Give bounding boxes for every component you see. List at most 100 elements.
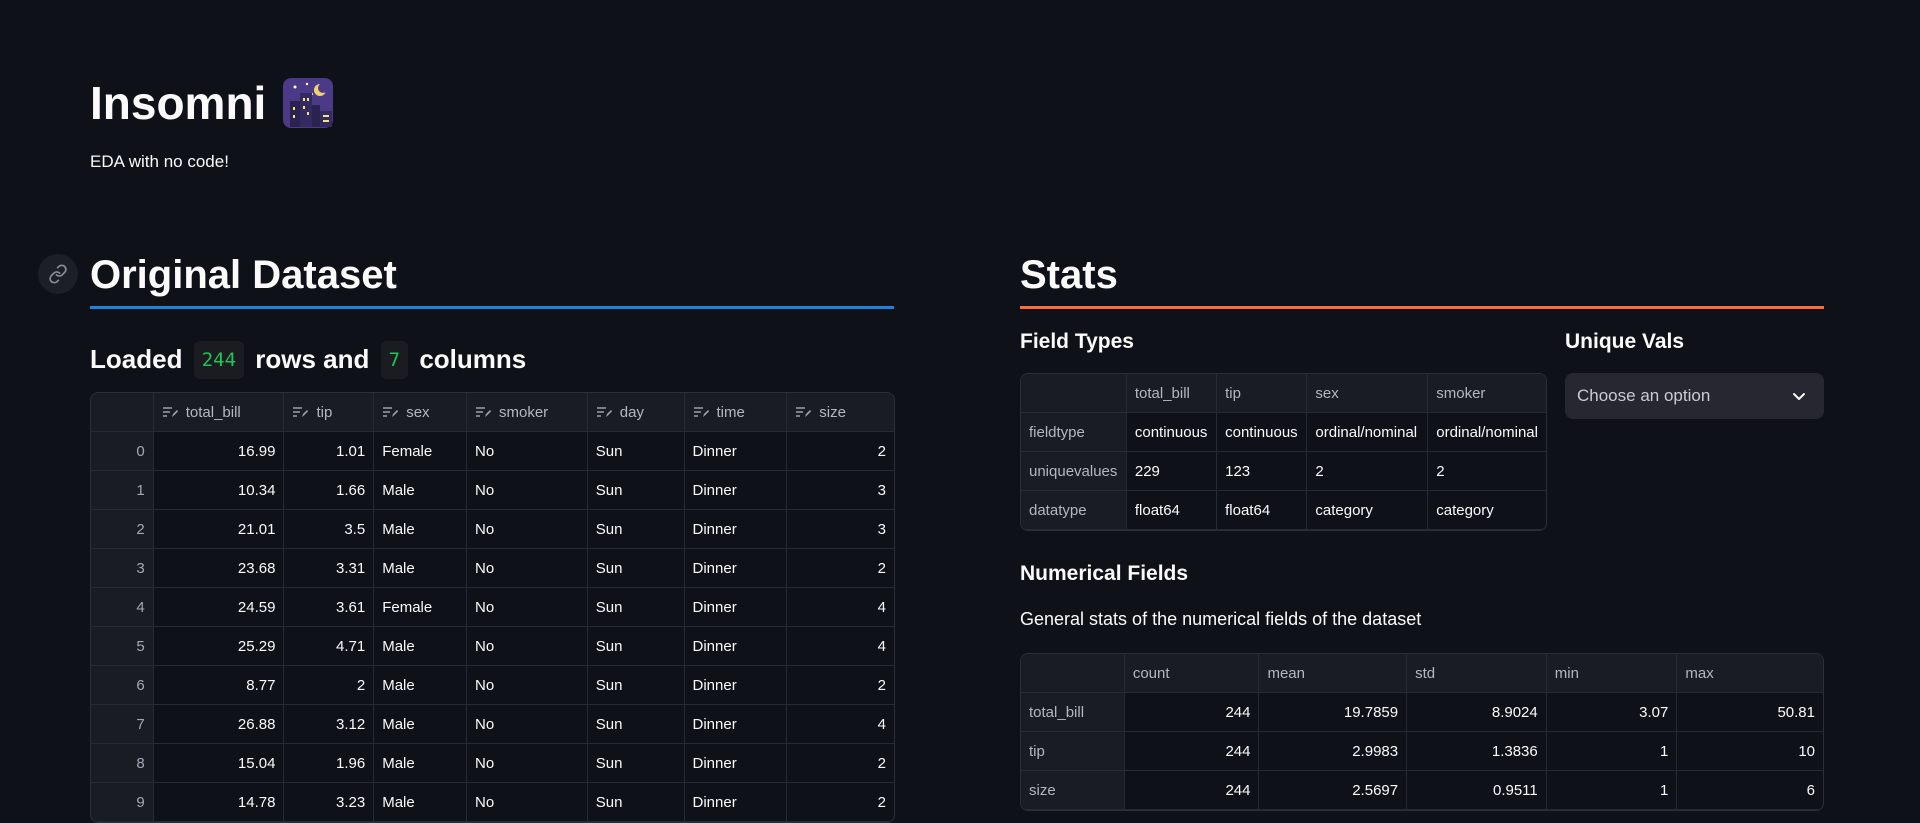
table-cell[interactable]: No bbox=[467, 510, 588, 549]
table-row[interactable]: datatype float64 float64 category category bbox=[1021, 491, 1546, 530]
table-cell[interactable]: Sun bbox=[587, 627, 685, 666]
table-cell[interactable]: 244 bbox=[1124, 732, 1260, 771]
column-header[interactable]: time bbox=[684, 393, 788, 432]
table-cell[interactable]: 2 bbox=[1428, 452, 1546, 491]
table-cell[interactable]: 1 bbox=[1546, 732, 1678, 771]
table-cell[interactable]: No bbox=[467, 471, 588, 510]
table-row[interactable]: 8 15.04 1.96 Male No Sun Dinner 2 bbox=[91, 744, 894, 783]
table-cell[interactable]: 23.68 bbox=[153, 549, 285, 588]
table-cell[interactable]: Dinner bbox=[684, 744, 788, 783]
column-header[interactable]: count bbox=[1124, 654, 1260, 693]
table-cell[interactable]: 21.01 bbox=[153, 510, 285, 549]
column-header[interactable]: smoker bbox=[467, 393, 588, 432]
table-cell[interactable]: No bbox=[467, 432, 588, 471]
table-cell[interactable]: category bbox=[1428, 491, 1546, 530]
table-cell[interactable]: Sun bbox=[587, 744, 685, 783]
table-cell[interactable]: No bbox=[467, 588, 588, 627]
table-cell[interactable]: Dinner bbox=[684, 705, 788, 744]
column-header[interactable]: sex bbox=[1307, 374, 1429, 413]
table-cell[interactable]: 6 bbox=[1677, 771, 1823, 810]
table-cell[interactable]: 3 bbox=[787, 510, 894, 549]
dataset-table[interactable]: total_bill tip sex smoker day time size 0 16.99… bbox=[90, 392, 895, 823]
table-row[interactable]: 4 24.59 3.61 Female No Sun Dinner 4 bbox=[91, 588, 894, 627]
table-cell[interactable]: 15.04 bbox=[153, 744, 285, 783]
column-header[interactable]: total_bill bbox=[153, 393, 285, 432]
table-cell[interactable]: Dinner bbox=[684, 666, 788, 705]
table-cell[interactable]: Sun bbox=[587, 705, 685, 744]
table-row[interactable]: 7 26.88 3.12 Male No Sun Dinner 4 bbox=[91, 705, 894, 744]
table-cell[interactable]: 1 bbox=[1546, 771, 1678, 810]
table-row[interactable]: total_bill 244 19.7859 8.9024 3.07 50.81 bbox=[1021, 693, 1823, 732]
column-header[interactable]: size bbox=[787, 393, 894, 432]
table-cell[interactable]: Female bbox=[374, 588, 467, 627]
table-cell[interactable]: 2 bbox=[787, 783, 894, 822]
table-cell[interactable]: Sun bbox=[587, 471, 685, 510]
table-cell[interactable]: Male bbox=[374, 705, 467, 744]
table-cell[interactable]: Sun bbox=[587, 549, 685, 588]
table-row[interactable]: 6 8.77 2 Male No Sun Dinner 2 bbox=[91, 666, 894, 705]
table-cell[interactable]: 3.5 bbox=[284, 510, 375, 549]
table-cell[interactable]: Sun bbox=[587, 666, 685, 705]
column-header[interactable]: max bbox=[1677, 654, 1823, 693]
table-cell[interactable]: 229 bbox=[1126, 452, 1218, 491]
table-row[interactable]: 0 16.99 1.01 Female No Sun Dinner 2 bbox=[91, 432, 894, 471]
table-cell[interactable]: 3.07 bbox=[1546, 693, 1678, 732]
table-cell[interactable]: continuous bbox=[1217, 413, 1308, 452]
table-cell[interactable]: 2 bbox=[787, 666, 894, 705]
table-cell[interactable]: No bbox=[467, 783, 588, 822]
table-cell[interactable]: 244 bbox=[1124, 693, 1260, 732]
table-cell[interactable]: No bbox=[467, 705, 588, 744]
table-cell[interactable]: Male bbox=[374, 744, 467, 783]
table-cell[interactable]: Dinner bbox=[684, 471, 788, 510]
table-row[interactable]: 9 14.78 3.23 Male No Sun Dinner 2 bbox=[91, 783, 894, 822]
table-cell[interactable]: ordinal/nominal bbox=[1307, 413, 1429, 452]
table-cell[interactable]: Female bbox=[374, 432, 467, 471]
table-row[interactable]: 3 23.68 3.31 Male No Sun Dinner 2 bbox=[91, 549, 894, 588]
table-cell[interactable]: 26.88 bbox=[153, 705, 285, 744]
table-cell[interactable]: 4 bbox=[787, 705, 894, 744]
table-cell[interactable]: 2 bbox=[1307, 452, 1429, 491]
column-header[interactable]: tip bbox=[1217, 374, 1308, 413]
table-cell[interactable]: 1.66 bbox=[284, 471, 375, 510]
section-anchor-link[interactable] bbox=[38, 254, 78, 294]
table-cell[interactable]: Dinner bbox=[684, 432, 788, 471]
table-cell[interactable]: 19.7859 bbox=[1259, 693, 1408, 732]
table-cell[interactable]: Dinner bbox=[684, 510, 788, 549]
table-cell[interactable]: 10 bbox=[1677, 732, 1823, 771]
table-cell[interactable]: Male bbox=[374, 783, 467, 822]
numerical-stats-table[interactable]: count mean std min max total_bill 244 19.7859 8… bbox=[1020, 653, 1824, 811]
column-header[interactable]: smoker bbox=[1428, 374, 1546, 413]
column-header[interactable]: day bbox=[587, 393, 685, 432]
table-cell[interactable]: Male bbox=[374, 627, 467, 666]
table-cell[interactable]: ordinal/nominal bbox=[1428, 413, 1546, 452]
table-cell[interactable]: 14.78 bbox=[153, 783, 285, 822]
table-cell[interactable]: Male bbox=[374, 471, 467, 510]
table-row[interactable]: fieldtype continuous continuous ordinal/nom… bbox=[1021, 413, 1546, 452]
table-cell[interactable]: 4.71 bbox=[284, 627, 375, 666]
column-header[interactable]: std bbox=[1407, 654, 1547, 693]
column-header[interactable]: tip bbox=[284, 393, 375, 432]
column-header[interactable]: mean bbox=[1259, 654, 1408, 693]
table-cell[interactable]: 1.96 bbox=[284, 744, 375, 783]
table-row[interactable]: 5 25.29 4.71 Male No Sun Dinner 4 bbox=[91, 627, 894, 666]
table-cell[interactable]: Sun bbox=[587, 783, 685, 822]
table-cell[interactable]: 4 bbox=[787, 588, 894, 627]
table-cell[interactable]: Dinner bbox=[684, 783, 788, 822]
table-cell[interactable]: No bbox=[467, 744, 588, 783]
table-cell[interactable]: 3.31 bbox=[284, 549, 375, 588]
table-cell[interactable]: Male bbox=[374, 666, 467, 705]
table-cell[interactable]: Male bbox=[374, 510, 467, 549]
table-cell[interactable]: Sun bbox=[587, 510, 685, 549]
column-header[interactable]: sex bbox=[374, 393, 467, 432]
field-types-table[interactable]: total_bill tip sex smoker fieldtype continuo… bbox=[1020, 373, 1547, 531]
table-cell[interactable]: 2.5697 bbox=[1259, 771, 1408, 810]
table-cell[interactable]: No bbox=[467, 549, 588, 588]
table-cell[interactable]: 16.99 bbox=[153, 432, 285, 471]
table-cell[interactable]: 2 bbox=[787, 744, 894, 783]
table-cell[interactable]: 123 bbox=[1217, 452, 1308, 491]
column-header[interactable]: total_bill bbox=[1126, 374, 1218, 413]
table-row[interactable]: 1 10.34 1.66 Male No Sun Dinner 3 bbox=[91, 471, 894, 510]
table-cell[interactable]: 3.23 bbox=[284, 783, 375, 822]
table-row[interactable]: tip 244 2.9983 1.3836 1 10 bbox=[1021, 732, 1823, 771]
table-row[interactable]: size 244 2.5697 0.9511 1 6 bbox=[1021, 771, 1823, 810]
